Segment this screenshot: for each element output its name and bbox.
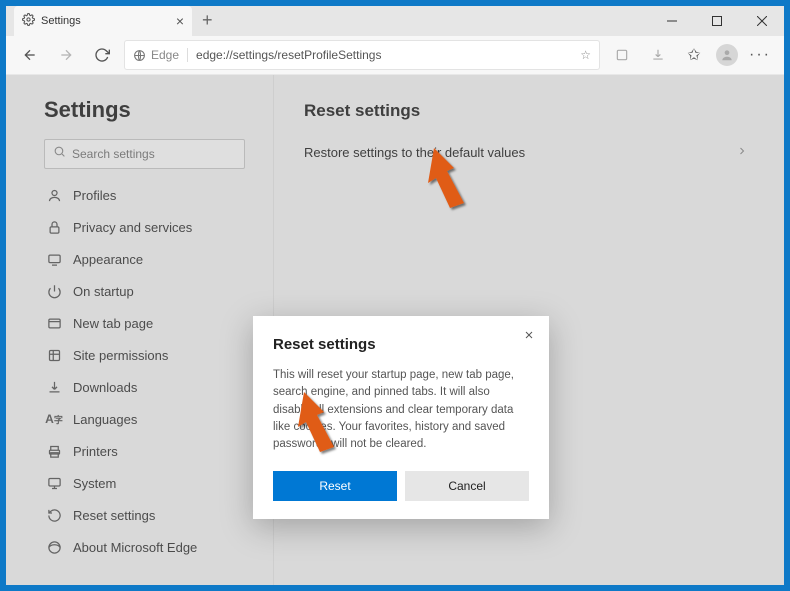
address-url: edge://settings/resetProfileSettings [196, 48, 381, 62]
dialog-title: Reset settings [273, 336, 529, 353]
reset-settings-dialog: Reset settings This will reset your star… [253, 316, 549, 519]
dialog-close-icon[interactable] [523, 328, 535, 344]
back-button[interactable] [16, 41, 44, 69]
reset-button[interactable]: Reset [273, 471, 397, 501]
address-bar[interactable]: Edge edge://settings/resetProfileSetting… [124, 40, 600, 70]
new-tab-button[interactable]: + [192, 6, 223, 35]
forward-button[interactable] [52, 41, 80, 69]
content-area: Settings Profiles Privacy and services A… [6, 75, 784, 585]
cancel-button[interactable]: Cancel [405, 471, 529, 501]
close-tab-icon[interactable]: × [176, 13, 184, 29]
downloads-icon[interactable] [644, 41, 672, 69]
gear-icon [22, 13, 35, 29]
address-prefix: Edge [133, 48, 188, 62]
favorites-icon[interactable]: ✩ [680, 41, 708, 69]
browser-tab[interactable]: Settings × [14, 6, 192, 36]
profile-avatar[interactable] [716, 44, 738, 66]
dialog-text: This will reset your startup page, new t… [273, 367, 529, 453]
maximize-button[interactable] [694, 6, 739, 36]
close-window-button[interactable] [739, 6, 784, 36]
dialog-buttons: Reset Cancel [273, 471, 529, 501]
favorite-icon[interactable]: ☆ [580, 48, 591, 62]
more-menu-icon[interactable]: ··· [746, 41, 774, 69]
toolbar: Edge edge://settings/resetProfileSetting… [6, 36, 784, 75]
window-controls [649, 6, 784, 36]
titlebar: Settings × + [6, 6, 784, 36]
refresh-button[interactable] [88, 41, 116, 69]
browser-window: Settings × + Edge edge://settings/resetP… [6, 6, 784, 585]
tab-title: Settings [41, 15, 81, 27]
minimize-button[interactable] [649, 6, 694, 36]
extensions-icon[interactable] [608, 41, 636, 69]
